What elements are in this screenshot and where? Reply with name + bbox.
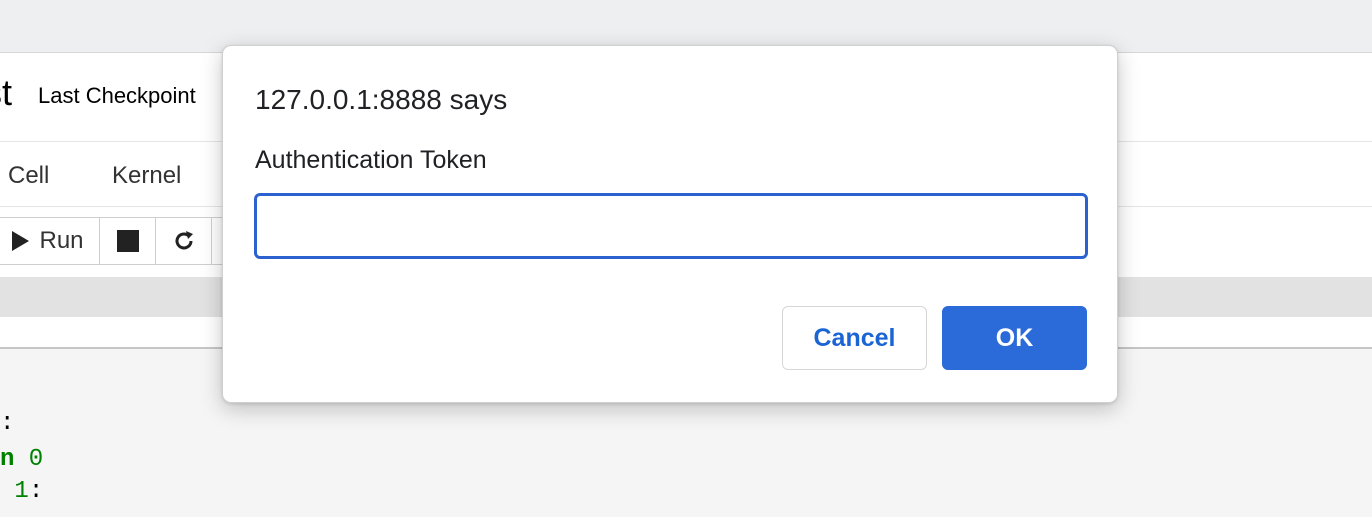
- ok-button[interactable]: OK: [942, 306, 1087, 370]
- browser-chrome-strip: [0, 0, 1372, 44]
- cancel-button[interactable]: Cancel: [782, 306, 927, 370]
- auth-prompt-dialog: 127.0.0.1:8888 says Authentication Token…: [222, 45, 1118, 403]
- play-icon: [12, 231, 30, 251]
- restart-icon: [175, 231, 193, 250]
- code-keyword: n: [0, 446, 15, 473]
- notebook-name[interactable]: st: [0, 71, 12, 115]
- code-line-3: 1:: [0, 478, 43, 505]
- menu-kernel[interactable]: Kernel: [112, 162, 181, 190]
- restart-kernel-button[interactable]: [155, 217, 212, 265]
- code-number: 1: [0, 478, 29, 505]
- stop-icon: [116, 230, 139, 252]
- menu-cell[interactable]: Cell: [8, 162, 49, 190]
- run-label: Run: [39, 227, 84, 254]
- code-line-1: :: [0, 410, 15, 437]
- checkpoint-status: Last Checkpoint: [38, 83, 196, 108]
- authentication-token-input[interactable]: [254, 193, 1088, 259]
- code-line-2: n 0: [0, 446, 43, 473]
- interrupt-kernel-button[interactable]: [99, 217, 156, 265]
- run-button[interactable]: Run: [0, 217, 100, 265]
- code-number: 0: [14, 446, 44, 473]
- dialog-message: Authentication Token: [255, 146, 487, 174]
- code-punct: :: [28, 478, 44, 505]
- dialog-title: 127.0.0.1:8888 says: [255, 84, 508, 115]
